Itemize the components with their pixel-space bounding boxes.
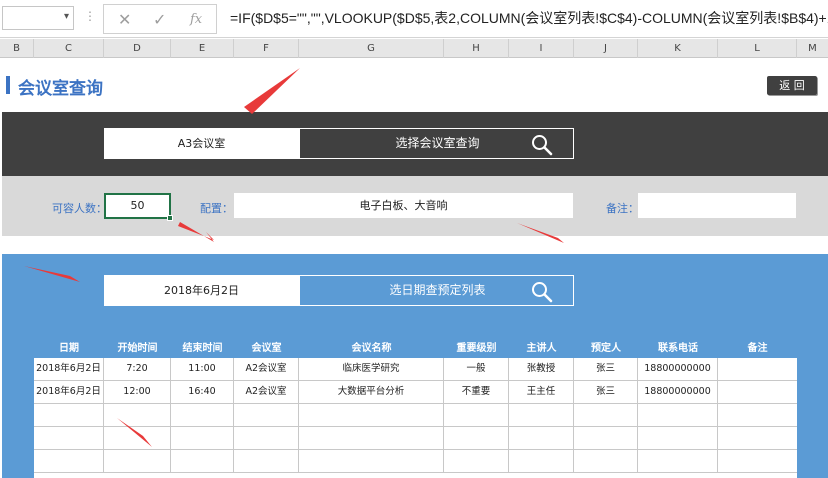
annotation-arrows	[24, 68, 564, 447]
arrow-icon	[24, 68, 564, 447]
arrow-icon	[117, 418, 152, 447]
spreadsheet-window: ▾ ⋮ ✕ ✓ fx =IF($D$5="","",VLOOKUP($D$5,表…	[0, 0, 828, 478]
arrow-icon	[517, 223, 564, 243]
arrow-icon	[244, 68, 300, 114]
arrow-icon	[24, 266, 80, 282]
arrow-icon	[178, 222, 214, 242]
